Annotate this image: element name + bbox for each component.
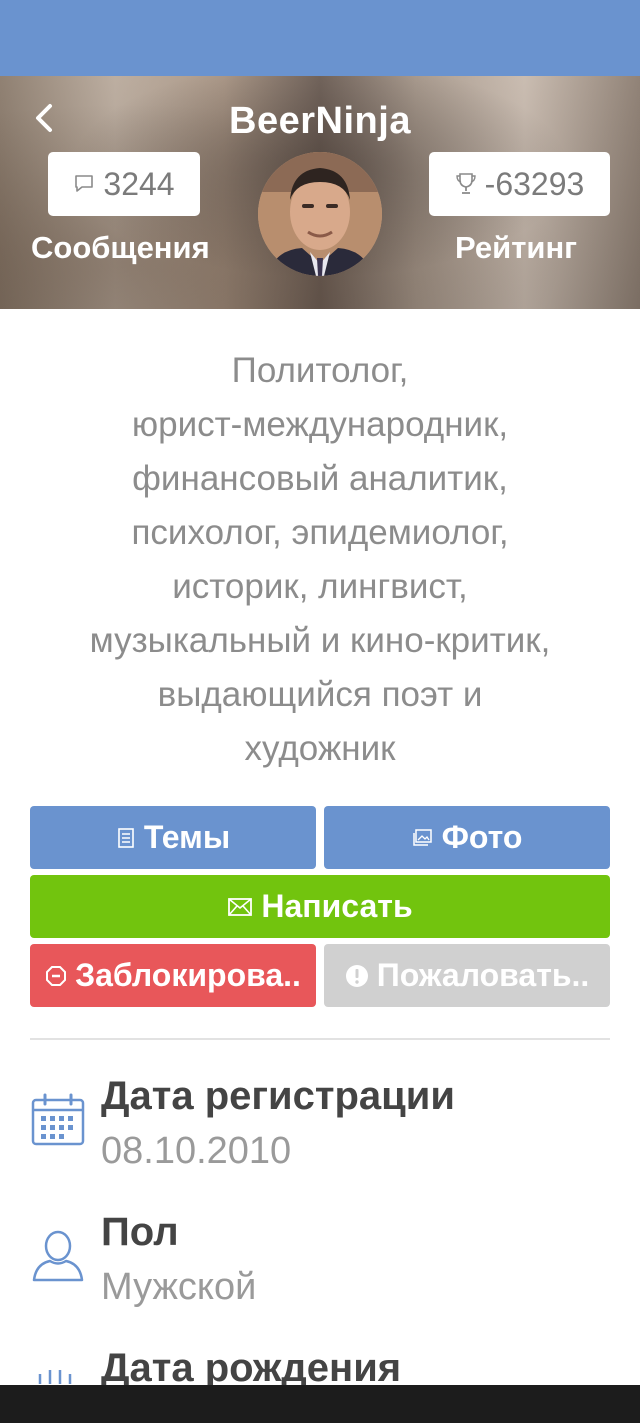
topics-button[interactable]: Темы bbox=[30, 806, 316, 869]
document-icon bbox=[118, 827, 134, 848]
write-message-button[interactable]: Написать bbox=[30, 875, 610, 938]
bio-line: Политолог, bbox=[231, 351, 409, 390]
system-navigation-bar bbox=[0, 1385, 640, 1423]
gender-title: Пол bbox=[101, 1210, 179, 1254]
exclamation-icon bbox=[345, 964, 368, 987]
bio-line: музыкальный и кино-критик, bbox=[89, 621, 551, 660]
registration-date-title: Дата регистрации bbox=[101, 1074, 455, 1118]
topics-label: Темы bbox=[143, 819, 231, 855]
rating-label: Рейтинг bbox=[455, 230, 578, 265]
divider bbox=[30, 1038, 610, 1040]
block-icon bbox=[46, 965, 67, 986]
bio-line: художник bbox=[244, 729, 396, 768]
photo-icon bbox=[412, 828, 432, 846]
messages-count-button[interactable]: 3244 bbox=[48, 152, 200, 216]
profile-bio: Политолог, юрист-международник, финансов… bbox=[20, 344, 620, 776]
messages-label: Сообщения bbox=[31, 230, 210, 265]
speech-bubble-icon bbox=[75, 175, 94, 192]
write-message-label: Написать bbox=[261, 888, 413, 924]
user-icon bbox=[32, 1230, 84, 1282]
birthdate-icon bbox=[38, 1370, 72, 1384]
profile-username: BeerNinja bbox=[229, 100, 411, 142]
envelope-icon bbox=[228, 897, 253, 916]
profile-header: BeerNinja 3244 Сообщения -63293 Рейтинг bbox=[0, 76, 640, 309]
trophy-icon bbox=[455, 173, 476, 194]
registration-date-value: 08.10.2010 bbox=[101, 1130, 292, 1172]
bio-line: финансовый аналитик, bbox=[132, 459, 508, 498]
block-button[interactable]: Заблокирова.. bbox=[30, 944, 316, 1007]
avatar[interactable] bbox=[258, 152, 382, 276]
report-button[interactable]: Пожаловать.. bbox=[324, 944, 610, 1007]
photo-label: Фото bbox=[441, 819, 523, 855]
status-bar bbox=[0, 0, 640, 76]
report-label: Пожаловать.. bbox=[376, 957, 590, 993]
block-label: Заблокирова.. bbox=[75, 957, 301, 993]
calendar-icon bbox=[31, 1093, 85, 1146]
bio-line: юрист-международник, bbox=[131, 405, 509, 444]
avatar-photo bbox=[258, 152, 382, 276]
rating-button[interactable]: -63293 bbox=[429, 152, 610, 216]
messages-count: 3244 bbox=[103, 165, 175, 202]
rating-value: -63293 bbox=[484, 165, 585, 202]
bio-line: выдающийся поэт и bbox=[157, 675, 483, 714]
gender-value: Мужской bbox=[101, 1266, 257, 1308]
bio-line: психолог, эпидемиолог, bbox=[131, 513, 509, 552]
photo-button[interactable]: Фото bbox=[324, 806, 610, 869]
bio-line: историк, лингвист, bbox=[172, 567, 468, 606]
